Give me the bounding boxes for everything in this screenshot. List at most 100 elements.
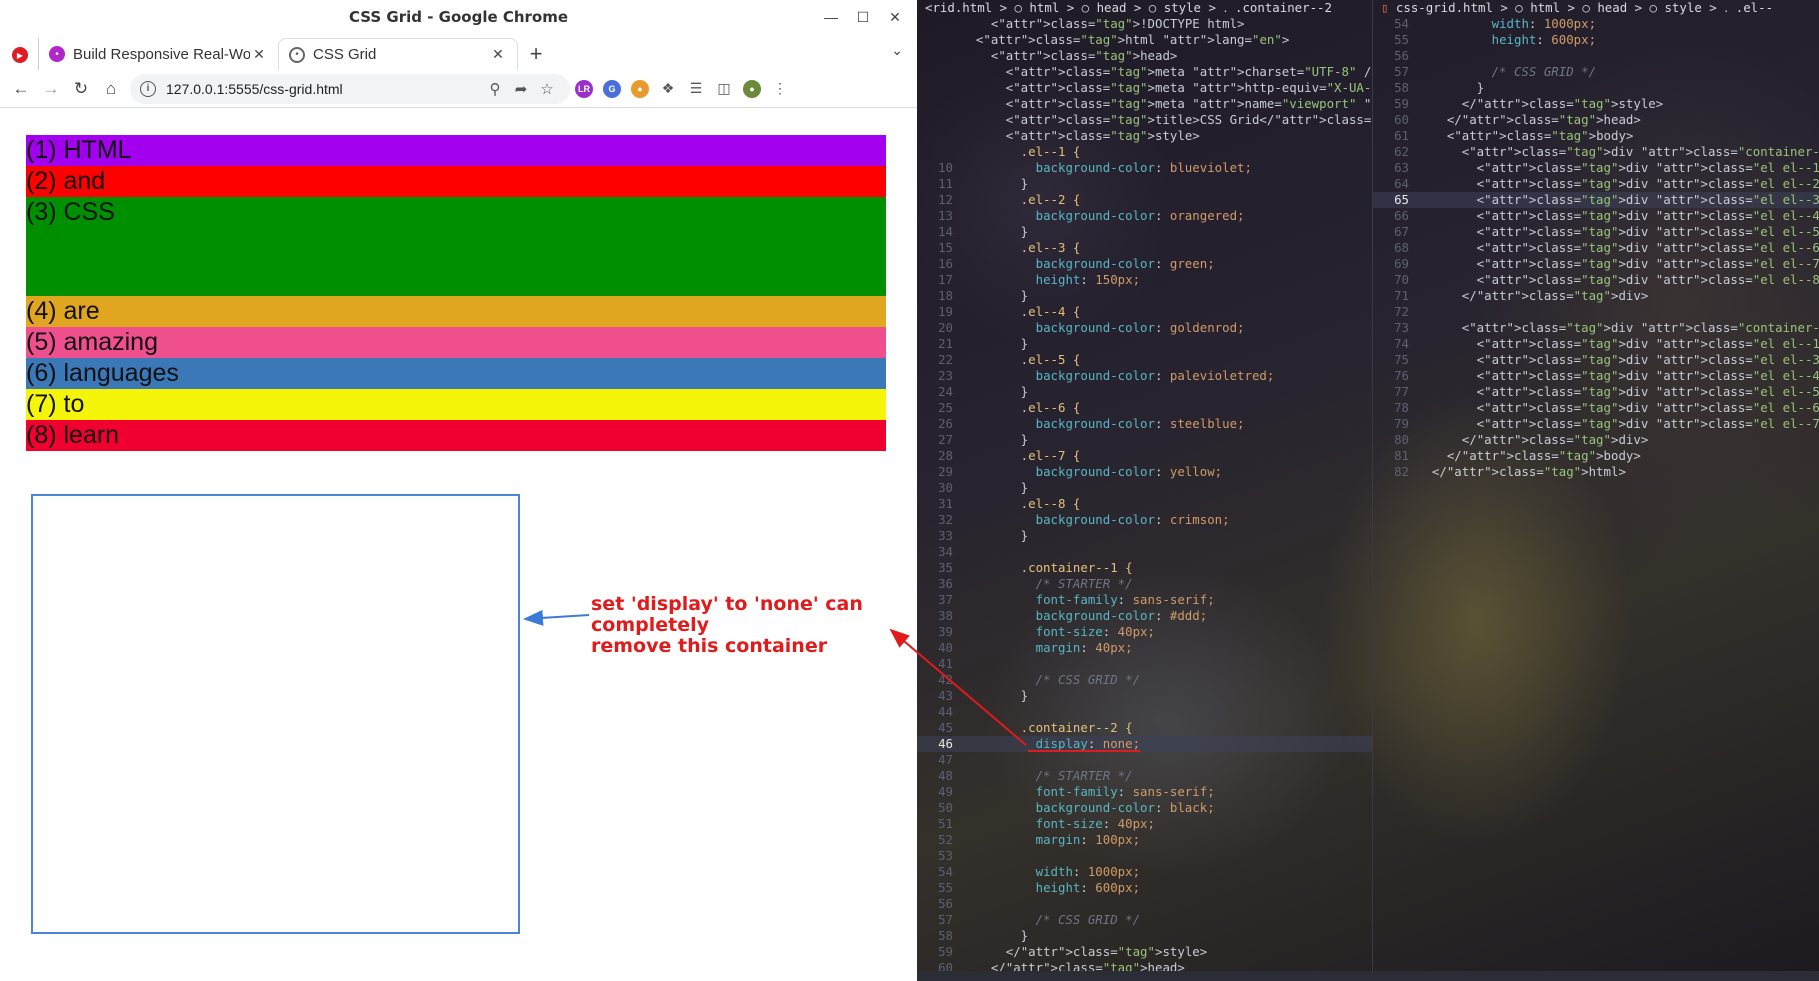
code-line[interactable]: 69 <"attr">class="tag">div "attr">class=… [1373,256,1819,272]
code-line[interactable]: <"attr">class="tag">title>CSS Grid</"att… [917,112,1372,128]
maximize-icon[interactable]: ☐ [849,4,877,30]
code-line[interactable]: <"attr">class="tag">!DOCTYPE html> [917,16,1372,32]
code-line[interactable]: 36 /* STARTER */ [917,576,1372,592]
code-line[interactable]: <"attr">class="tag">meta "attr">http-equ… [917,80,1372,96]
code-line[interactable]: 18 } [917,288,1372,304]
code-line[interactable]: 17 height: 150px; [917,272,1372,288]
code-line[interactable]: 38 background-color: #ddd; [917,608,1372,624]
close-tab-icon[interactable]: ✕ [250,46,268,63]
extension-translate-icon[interactable]: G [598,75,626,103]
zoom-icon[interactable]: ⚲ [482,80,508,98]
code-line[interactable]: 79 <"attr">class="tag">div "attr">class=… [1373,416,1819,432]
code-line[interactable]: 29 background-color: yellow; [917,464,1372,480]
code-line[interactable]: 82 </"attr">class="tag">html> [1373,464,1819,480]
code-line[interactable]: 54 width: 1000px; [1373,16,1819,32]
code-line[interactable]: 58 } [1373,80,1819,96]
code-line[interactable]: 54 width: 1000px; [917,864,1372,880]
site-info-icon[interactable]: i [140,80,156,97]
code-line[interactable]: 24 } [917,384,1372,400]
code-line[interactable]: 71 </"attr">class="tag">div> [1373,288,1819,304]
code-line[interactable]: 65 <"attr">class="tag">div "attr">class=… [1373,192,1819,208]
minimize-icon[interactable]: — [817,4,845,30]
code-line[interactable]: <"attr">class="tag">meta "attr">name="vi… [917,96,1372,112]
code-line[interactable]: .el--1 { [917,144,1372,160]
back-icon[interactable]: ← [6,74,36,104]
code-line[interactable]: 25 .el--6 { [917,400,1372,416]
code-line[interactable]: 10 background-color: blueviolet; [917,160,1372,176]
close-tab-icon[interactable]: ✕ [489,46,507,63]
code-line[interactable]: 77 <"attr">class="tag">div "attr">class=… [1373,384,1819,400]
code-line[interactable]: 27 } [917,432,1372,448]
tab-build-responsive[interactable]: • Build Responsive Real-Wo ✕ [38,38,278,70]
code-line[interactable]: 72 [1373,304,1819,320]
code-line[interactable]: 66 <"attr">class="tag">div "attr">class=… [1373,208,1819,224]
tab-search-chevron-icon[interactable]: ⌄ [891,42,903,59]
share-icon[interactable]: ➦ [508,80,534,98]
code-line[interactable]: 59 </"attr">class="tag">style> [1373,96,1819,112]
code-line[interactable]: 31 .el--8 { [917,496,1372,512]
code-line[interactable]: 70 <"attr">class="tag">div "attr">class=… [1373,272,1819,288]
code-line[interactable]: <"attr">class="tag">style> [917,128,1372,144]
code-line[interactable]: <"attr">class="tag">html "attr">lang="en… [917,32,1372,48]
bookmark-star-icon[interactable]: ☆ [534,80,560,98]
code-line[interactable]: 37 font-family: sans-serif; [917,592,1372,608]
code-line[interactable]: 11 } [917,176,1372,192]
reload-icon[interactable]: ↻ [66,74,96,104]
code-line[interactable]: 43 } [917,688,1372,704]
code-line[interactable]: 53 [917,848,1372,864]
code-line[interactable]: 21 } [917,336,1372,352]
code-line[interactable]: 35 .container--1 { [917,560,1372,576]
code-line[interactable]: 45 .container--2 { [917,720,1372,736]
code-line[interactable]: 63 <"attr">class="tag">div "attr">class=… [1373,160,1819,176]
code-line[interactable]: 75 <"attr">class="tag">div "attr">class=… [1373,352,1819,368]
code-line[interactable]: 62 <"attr">class="tag">div "attr">class=… [1373,144,1819,160]
code-line[interactable]: 22 .el--5 { [917,352,1372,368]
code-line[interactable]: 14 } [917,224,1372,240]
code-line[interactable]: 73 <"attr">class="tag">div "attr">class=… [1373,320,1819,336]
code-line[interactable]: 58 } [917,928,1372,944]
code-line[interactable]: <"attr">class="tag">head> [917,48,1372,64]
code-line[interactable]: 47 [917,752,1372,768]
code-line[interactable]: 26 background-color: steelblue; [917,416,1372,432]
code-line[interactable]: 67 <"attr">class="tag">div "attr">class=… [1373,224,1819,240]
code-line[interactable]: 76 <"attr">class="tag">div "attr">class=… [1373,368,1819,384]
code-line[interactable]: 23 background-color: palevioletred; [917,368,1372,384]
code-line[interactable]: 80 </"attr">class="tag">div> [1373,432,1819,448]
code-line[interactable]: 57 /* CSS GRID */ [1373,64,1819,80]
code-line[interactable]: 55 height: 600px; [1373,32,1819,48]
menu-kebab-icon[interactable]: ⋮ [766,75,794,103]
home-icon[interactable]: ⌂ [96,74,126,104]
code-line[interactable]: 51 font-size: 40px; [917,816,1372,832]
code-line[interactable]: 56 [1373,48,1819,64]
extension-lr-icon[interactable]: LR [570,75,598,103]
code-line[interactable]: 50 background-color: black; [917,800,1372,816]
code-line[interactable]: 34 [917,544,1372,560]
forward-icon[interactable]: → [36,74,66,104]
code-line[interactable]: 12 .el--2 { [917,192,1372,208]
code-line[interactable]: 28 .el--7 { [917,448,1372,464]
breadcrumb[interactable]: <rid.html > ○ html > ○ head > ○ style > … [917,0,1372,16]
code-line[interactable]: 46 display: none; [917,736,1372,752]
tab-css-grid[interactable]: • CSS Grid ✕ [278,38,518,70]
code-line[interactable]: 19 .el--4 { [917,304,1372,320]
code-area[interactable]: 54 width: 1000px; 55 height: 600px; 56 57 /… [1373,16,1819,480]
code-line[interactable]: 13 background-color: orangered; [917,208,1372,224]
address-bar[interactable]: i 127.0.0.1:5555/css-grid.html ⚲ ➦ ☆ [130,73,570,104]
breadcrumb[interactable]: ▯ css-grid.html > ○ html > ○ head > ○ st… [1373,0,1819,16]
code-line[interactable]: 60 </"attr">class="tag">head> [1373,112,1819,128]
code-line[interactable]: 15 .el--3 { [917,240,1372,256]
code-line[interactable]: 74 <"attr">class="tag">div "attr">class=… [1373,336,1819,352]
code-line[interactable]: 59 </"attr">class="tag">style> [917,944,1372,960]
title-bar[interactable]: CSS Grid - Google Chrome — ☐ ✕ [0,0,917,34]
code-line[interactable]: <"attr">class="tag">meta "attr">charset=… [917,64,1372,80]
code-line[interactable]: 39 font-size: 40px; [917,624,1372,640]
code-line[interactable]: 40 margin: 40px; [917,640,1372,656]
code-area[interactable]: <"attr">class="tag">!DOCTYPE html> <"att… [917,16,1372,976]
code-line[interactable]: 56 [917,896,1372,912]
editor-pane-left[interactable]: <rid.html > ○ html > ○ head > ○ style > … [917,0,1372,981]
url-text[interactable]: 127.0.0.1:5555/css-grid.html [166,81,482,97]
code-line[interactable]: 41 [917,656,1372,672]
code-line[interactable]: 30 } [917,480,1372,496]
code-line[interactable]: 78 <"attr">class="tag">div "attr">class=… [1373,400,1819,416]
close-icon[interactable]: ✕ [881,4,909,30]
